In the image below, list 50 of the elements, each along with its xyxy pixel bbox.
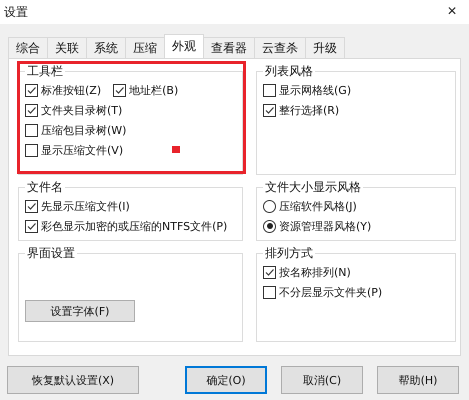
checkbox[interactable] xyxy=(263,266,276,278)
group-title: 排列方式 xyxy=(264,245,314,262)
check-icon xyxy=(264,266,275,278)
check-icon xyxy=(26,84,37,96)
checkbox[interactable] xyxy=(25,124,38,136)
window-title: 设置 xyxy=(4,4,28,20)
checkbox-option[interactable]: 地址栏(B) xyxy=(113,82,178,98)
tab[interactable]: 升级 xyxy=(305,37,345,58)
group-title: 文件名 xyxy=(26,179,64,196)
font-button[interactable]: 设置字体(F) xyxy=(25,300,135,322)
checkbox-option[interactable]: 文件夹目录树(T) xyxy=(25,102,122,118)
checkbox[interactable] xyxy=(113,84,126,96)
check-icon xyxy=(114,84,126,96)
checkbox-option[interactable]: 标准按钮(Z) xyxy=(25,82,102,98)
checkbox[interactable] xyxy=(263,104,276,116)
checkbox-option[interactable]: 显示网格线(G) xyxy=(263,82,352,98)
checkbox-option[interactable]: 压缩包目录树(W) xyxy=(25,122,126,138)
checkbox-option[interactable]: 整行选择(R) xyxy=(263,102,340,118)
checkbox-option[interactable]: 显示压缩文件(V) xyxy=(25,142,124,158)
checkbox-option[interactable]: 彩色显示加密的或压缩的NTFS文件(P) xyxy=(25,218,228,234)
checkbox[interactable] xyxy=(263,84,276,96)
checkbox[interactable] xyxy=(25,84,38,96)
marker-square xyxy=(172,146,180,153)
check-icon xyxy=(26,200,37,212)
dialog-button[interactable]: 取消(C) xyxy=(281,366,363,394)
checkbox[interactable] xyxy=(25,104,38,116)
check-icon xyxy=(264,104,275,116)
close-button[interactable]: × xyxy=(435,0,469,24)
group-title: 列表风格 xyxy=(264,63,314,80)
checkbox[interactable] xyxy=(25,220,38,232)
checkbox[interactable] xyxy=(25,200,38,212)
tab[interactable]: 综合 xyxy=(8,37,48,58)
radio-option[interactable]: 资源管理器风格(Y) xyxy=(263,218,372,234)
checkbox-option[interactable]: 先显示压缩文件(I) xyxy=(25,198,130,214)
checkbox-option[interactable]: 不分层显示文件夹(P) xyxy=(263,284,382,300)
radio-button[interactable] xyxy=(263,200,276,212)
checkbox[interactable] xyxy=(263,286,276,298)
radio-option[interactable]: 压缩软件风格(J) xyxy=(263,198,357,214)
check-icon xyxy=(26,220,37,232)
checkbox[interactable] xyxy=(25,144,38,156)
radio-button[interactable] xyxy=(263,220,276,232)
check-icon xyxy=(26,104,37,116)
dialog-button[interactable]: 帮助(H) xyxy=(377,366,459,394)
group-title: 工具栏 xyxy=(26,63,64,80)
group-title: 界面设置 xyxy=(26,245,76,262)
dialog-button[interactable]: 确定(O) xyxy=(185,366,267,394)
tab[interactable]: 外观 xyxy=(164,34,204,58)
group-title: 文件大小显示风格 xyxy=(264,179,362,196)
dialog-button[interactable]: 恢复默认设置(X) xyxy=(7,366,139,394)
checkbox-option[interactable]: 按名称排列(N) xyxy=(263,264,351,280)
